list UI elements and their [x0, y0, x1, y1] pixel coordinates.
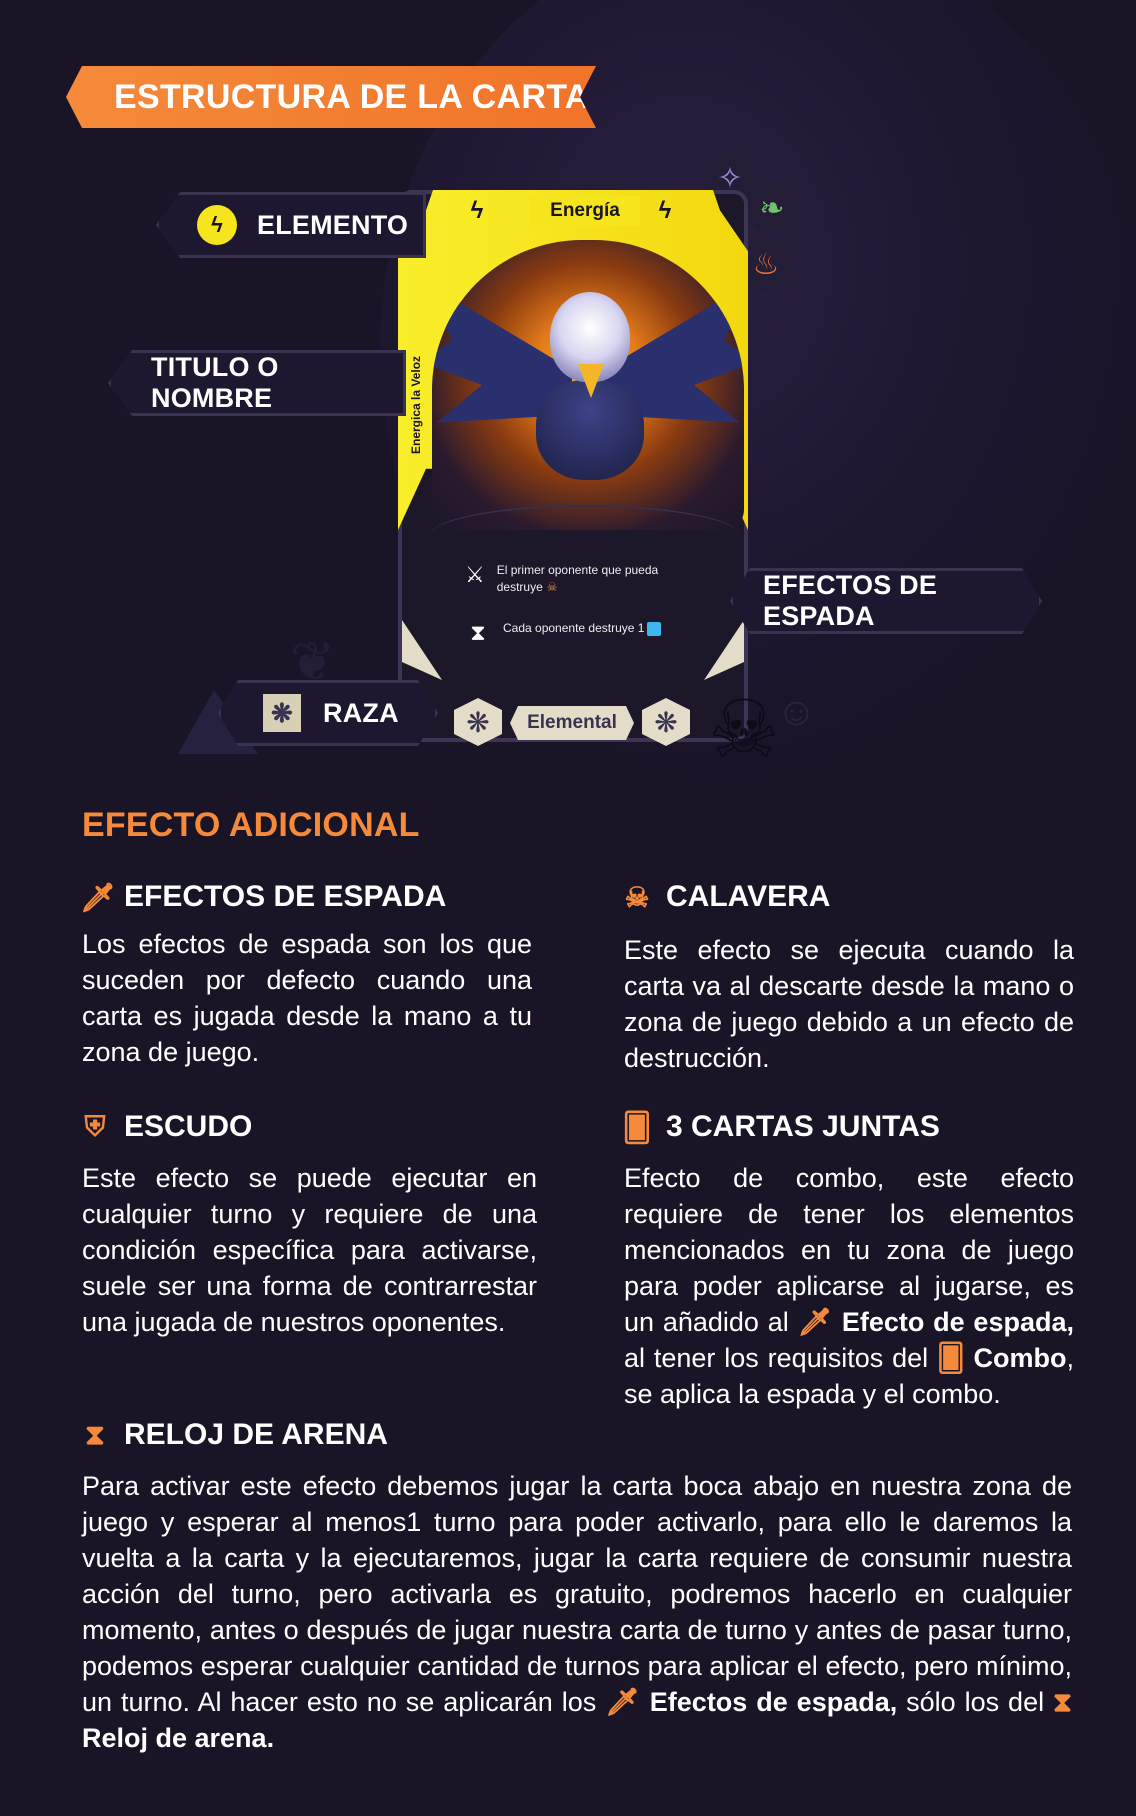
- cards-icon: 🂠: [622, 1111, 652, 1143]
- card-sword-effect-text: El primer oponente que pueda destruye ☠: [496, 563, 659, 594]
- label-efectos-espada: EFECTOS DE ESPADA: [730, 568, 1042, 634]
- cartas-title: 🂠 3 CARTAS JUNTAS: [622, 1110, 940, 1143]
- card-element-name: Energía: [530, 196, 640, 226]
- hourglass-icon: ⧗: [1053, 1687, 1072, 1717]
- calavera-title: ☠ CALAVERA: [622, 880, 830, 914]
- card-hourglass-effect: ⧗ Cada oponente destruye 1: [465, 620, 685, 646]
- cards-icon: 🂠: [937, 1343, 974, 1373]
- espada-title: 🗡 EFECTOS DE ESPADA: [80, 880, 447, 913]
- shield-icon: ⛨: [84, 1110, 106, 1142]
- sword-icon: 🗡: [80, 881, 116, 913]
- card-hourglass-effect-text: Cada oponente destruye 1: [503, 620, 662, 637]
- reloj-text: Para activar este efecto debemos jugar l…: [82, 1471, 1072, 1753]
- hourglass-icon: ⧗: [85, 1418, 105, 1450]
- shield-icon: [647, 621, 662, 636]
- label-raza: ❋ RAZA: [218, 680, 438, 746]
- card-divider: [430, 505, 740, 567]
- sword-icon: 🗡: [797, 1307, 842, 1337]
- sword-icon: 🗡: [605, 1687, 650, 1717]
- drama-mask-icon: ☺: [776, 690, 817, 734]
- section-heading: EFECTO ADICIONAL: [82, 806, 420, 844]
- escudo-text: Este efecto se puede ejecutar en cualqui…: [82, 1163, 537, 1337]
- escudo-title: ⛨ ESCUDO: [80, 1110, 252, 1144]
- lightning-icon: ϟ: [197, 205, 237, 245]
- espada-text: Los efectos de espada son los que sucede…: [82, 929, 532, 1067]
- skull-icon: ☠: [708, 685, 780, 774]
- page-title-banner: ESTRUCTURA DE LA CARTA: [66, 66, 596, 128]
- page-title: ESTRUCTURA DE LA CARTA: [114, 77, 590, 116]
- card-sword-effect: ⚔ El primer oponente que pueda destruye ☠: [465, 562, 665, 596]
- skull-icon: ☠: [624, 881, 650, 913]
- leaf-icon: ❧: [746, 182, 798, 234]
- card-artwork: [432, 240, 744, 530]
- race-icon: ❋: [263, 694, 301, 732]
- lightning-icon: ϟ: [470, 197, 484, 224]
- hourglass-icon: ⧗: [470, 619, 486, 645]
- label-elemento: ϟ ELEMENTO: [156, 192, 426, 258]
- card-race: Elemental: [510, 706, 634, 740]
- reloj-title: ⧗ RELOJ DE ARENA: [80, 1418, 388, 1452]
- label-titulo: TITULO O NOMBRE: [108, 350, 406, 416]
- sword-icon: ⚔: [465, 561, 485, 587]
- cartas-text: Efecto de combo, este efecto requiere de…: [624, 1163, 1074, 1409]
- skull-icon: ☠: [546, 579, 558, 594]
- calavera-text: Este efecto se ejecuta cuando la carta v…: [624, 935, 1074, 1073]
- card-title: Energica la Veloz: [409, 355, 423, 455]
- lightning-icon: ϟ: [658, 197, 672, 224]
